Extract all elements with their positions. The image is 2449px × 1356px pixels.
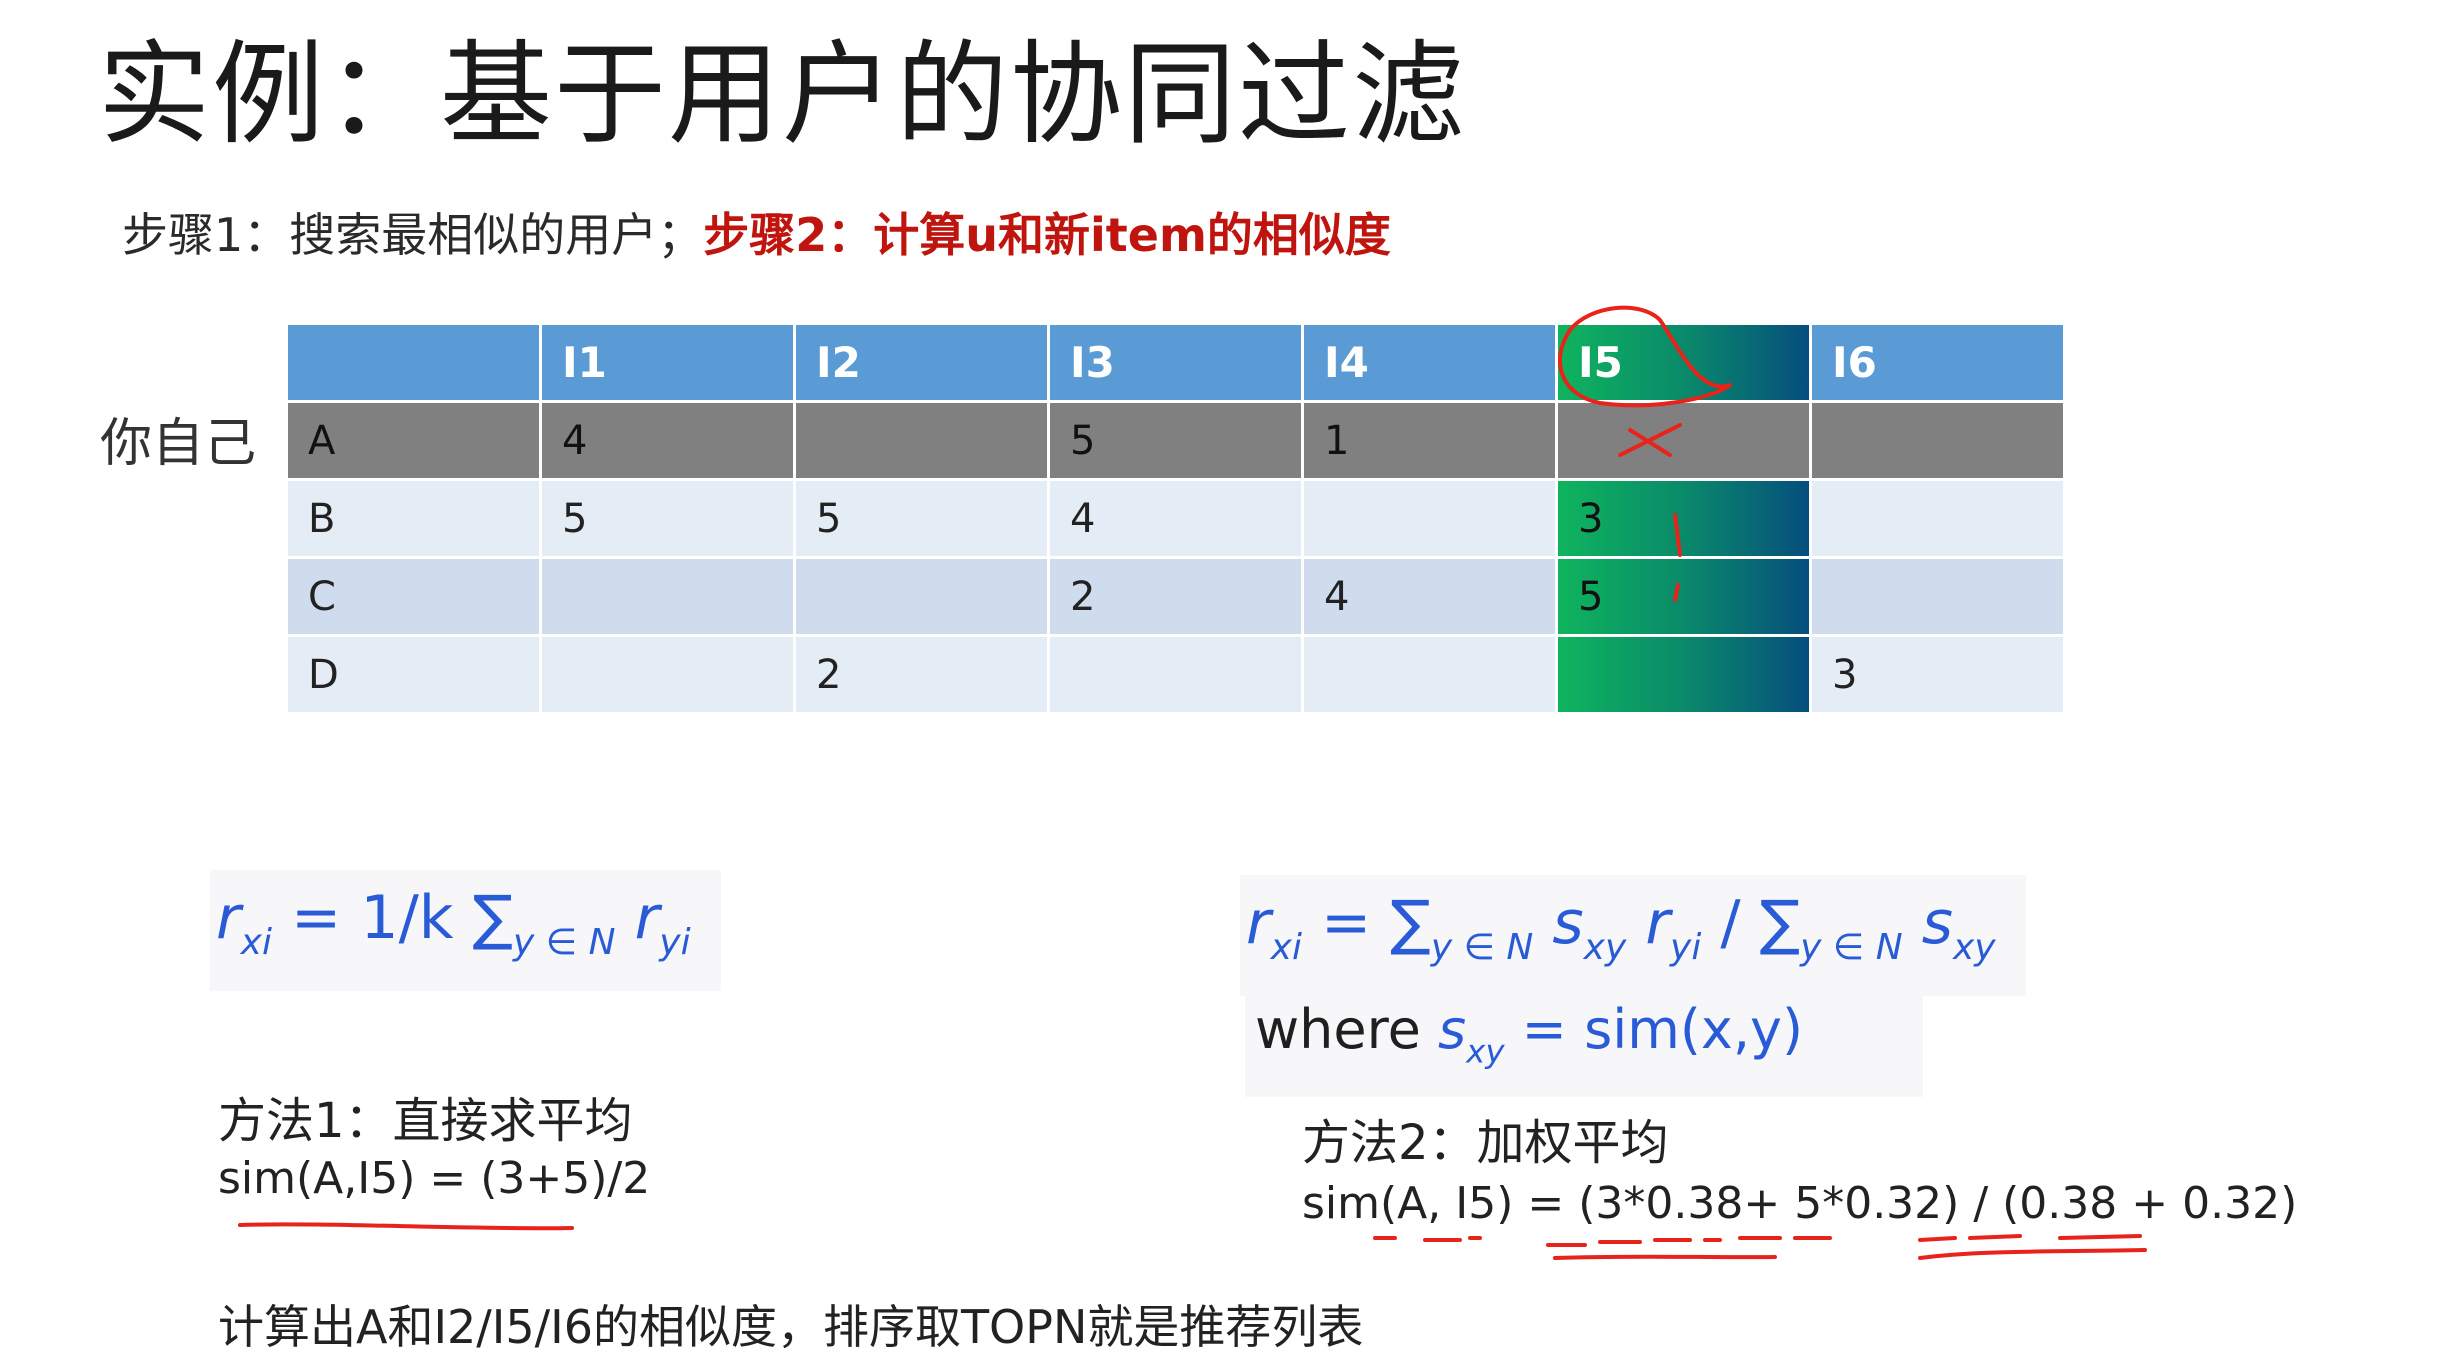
row-label: A (288, 403, 542, 481)
table-cell (796, 559, 1050, 637)
table-cell (542, 559, 796, 637)
table-row: C 2 4 5 (288, 559, 2066, 637)
header-cell-i3: I3 (1050, 325, 1304, 403)
table-row: D 2 3 (288, 637, 2066, 715)
table-cell: 5 (796, 481, 1050, 559)
underline-method2-4 (1918, 1234, 2142, 1242)
table-cell: 5 (542, 481, 796, 559)
header-cell-blank (288, 325, 542, 403)
table-cell (1050, 637, 1304, 715)
row-label: D (288, 637, 542, 715)
underline-method2-1 (1373, 1236, 1482, 1242)
table-cell: 4 (542, 403, 796, 481)
row-label: C (288, 559, 542, 637)
rating-table: I1 I2 I3 I4 I5 I6 A 4 5 1 B 5 5 4 3 C 2 … (288, 325, 2066, 715)
table-cell: 1 (1304, 403, 1558, 481)
header-cell-i6: I6 (1812, 325, 2066, 403)
table-cell (796, 403, 1050, 481)
table-cell (1304, 481, 1558, 559)
step1-text: 步骤1：搜索最相似的用户； (122, 208, 704, 262)
method1-title: 方法1：直接求平均 (218, 1093, 633, 1149)
formula-where: where sxy = sim(x,y) (1245, 985, 1924, 1097)
formula-average: rxi = 1/k ∑y ∈ N ryi (210, 870, 721, 992)
table-row: A 4 5 1 (288, 403, 2066, 481)
underline-method1 (238, 1222, 574, 1231)
underline-method2-3 (1553, 1254, 1777, 1260)
header-cell-i5: I5 (1558, 325, 1812, 403)
table-cell (1812, 481, 2066, 559)
steps-line: 步骤1：搜索最相似的用户；步骤2：计算u和新item的相似度 (122, 205, 1391, 265)
conclusion-text: 计算出A和I2/I5/I6的相似度，排序取TOPN就是推荐列表 (218, 1300, 1364, 1354)
table-cell-i5 (1558, 637, 1812, 715)
table-cell-i5: 5 (1558, 559, 1812, 637)
formula-weighted: rxi = ∑y ∈ N sxy ryi / ∑y ∈ N sxy (1240, 875, 2026, 997)
row-label: B (288, 481, 542, 559)
step2-text: 步骤2：计算u和新item的相似度 (703, 208, 1391, 262)
table-cell: 5 (1050, 403, 1304, 481)
slide-title: 实例：基于用户的协同过滤 (98, 30, 1466, 160)
self-label: 你自己 (100, 414, 257, 474)
table-cell (1812, 403, 2066, 481)
table-cell: 4 (1050, 481, 1304, 559)
underline-method2-5 (1918, 1248, 2147, 1260)
method2-equation: sim(A, I5) = (3*0.38+ 5*0.32) / (0.38 + … (1302, 1178, 2298, 1229)
method2-title: 方法2：加权平均 (1302, 1115, 1669, 1171)
table-cell (542, 637, 796, 715)
underline-method2-2 (1546, 1236, 1832, 1247)
table-cell-i5: 3 (1558, 481, 1812, 559)
table-cell (1304, 637, 1558, 715)
table-cell: 2 (796, 637, 1050, 715)
method1-equation: sim(A,I5) = (3+5)/2 (218, 1153, 651, 1204)
table-row: B 5 5 4 3 (288, 481, 2066, 559)
table-header-row: I1 I2 I3 I4 I5 I6 (288, 325, 2066, 403)
header-cell-i4: I4 (1304, 325, 1558, 403)
table-cell: 2 (1050, 559, 1304, 637)
table-cell: 4 (1304, 559, 1558, 637)
header-cell-i2: I2 (796, 325, 1050, 403)
header-cell-i1: I1 (542, 325, 796, 403)
table-cell: 3 (1812, 637, 2066, 715)
table-cell (1812, 559, 2066, 637)
table-cell-i5 (1558, 403, 1812, 481)
